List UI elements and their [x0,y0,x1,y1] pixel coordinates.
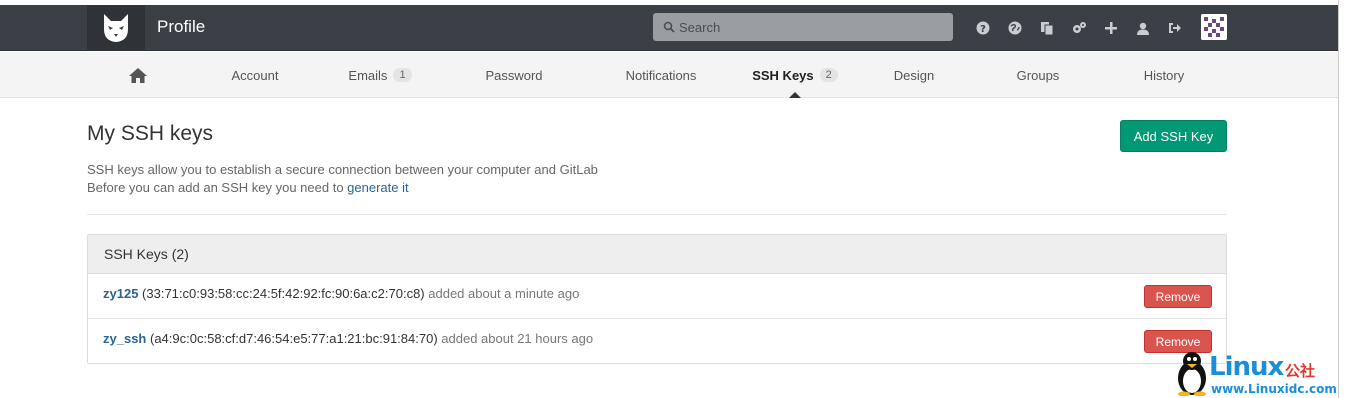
gitlab-logo[interactable] [87,5,145,51]
globe-icon[interactable] [999,15,1031,41]
ssh-key-name-link[interactable]: zy125 [103,286,138,301]
ssh-key-fingerprint: (33:71:c0:93:58:cc:24:5f:42:92:fc:90:6a:… [142,286,425,301]
tab-history[interactable]: History [1129,52,1199,98]
ssh-key-row: zy125 (33:71:c0:93:58:cc:24:5f:42:92:fc:… [88,274,1226,319]
ssh-key-name-link[interactable]: zy_ssh [103,331,146,346]
nav-icon-group: ? [967,15,1191,41]
help-icon[interactable]: ? [967,15,999,41]
description-line-1: SSH keys allow you to establish a secure… [87,162,598,177]
copy-icon[interactable] [1031,15,1063,41]
logout-icon[interactable] [1159,15,1191,41]
ssh-key-added-time: added about 21 hours ago [441,331,594,346]
ssh-keys-panel: SSH Keys (2) zy125 (33:71:c0:93:58:cc:24… [87,234,1227,364]
profile-subnav: Account Emails 1 Password Notifications … [0,52,1338,98]
penguin-icon [1178,352,1206,396]
cat-logo-icon [104,14,128,42]
tab-account[interactable]: Account [215,52,295,98]
tab-groups[interactable]: Groups [1003,52,1073,98]
tab-notifications[interactable]: Notifications [610,52,712,98]
search-input[interactable] [679,19,939,35]
panel-heading: SSH Keys (2) [88,235,1226,274]
description-line-2-text: Before you can add an SSH key you need t… [87,180,348,195]
home-icon [129,67,147,83]
page-description: SSH keys allow you to establish a secure… [87,161,598,197]
ssh-key-row: zy_ssh (a4:9c:0c:58:cf:d7:46:54:e5:77:a1… [88,319,1226,364]
linuxidc-watermark: Linux 公社 www.Linuxidc.com [1175,350,1338,398]
tab-password-label: Password [485,67,543,83]
tab-groups-label: Groups [1016,67,1060,83]
watermark-url: www.Linuxidc.com [1211,382,1337,396]
description-line-2: Before you can add an SSH key you need t… [87,179,598,197]
watermark-brand: Linux [1209,352,1284,382]
plus-icon[interactable] [1095,15,1127,41]
tab-ssh-keys-label: SSH Keys [752,67,814,83]
identicon-icon [1201,14,1227,40]
tab-home[interactable] [118,52,158,98]
tab-emails-label: Emails [348,67,388,83]
user-icon[interactable] [1127,15,1159,41]
top-navbar: Profile ? [0,5,1338,51]
user-avatar[interactable] [1201,14,1227,40]
cogs-icon[interactable] [1063,15,1095,41]
divider [87,214,1227,215]
generate-it-link[interactable]: generate it [347,180,408,195]
ssh-keys-count-badge: 2 [819,68,838,82]
ssh-key-info: zy125 (33:71:c0:93:58:cc:24:5f:42:92:fc:… [103,286,579,301]
tab-history-label: History [1143,67,1185,83]
remove-key-button[interactable]: Remove [1144,285,1212,308]
ssh-key-fingerprint: (a4:9c:0c:58:cf:d7:46:54:e5:77:a1:21:bc:… [150,331,438,346]
tab-emails[interactable]: Emails 1 [335,52,425,98]
ssh-key-added-time: added about a minute ago [428,286,580,301]
ssh-key-info: zy_ssh (a4:9c:0c:58:cf:d7:46:54:e5:77:a1… [103,331,593,346]
emails-count-badge: 1 [393,68,412,82]
tab-design[interactable]: Design [879,52,949,98]
add-ssh-key-button[interactable]: Add SSH Key [1120,120,1227,152]
tab-notifications-label: Notifications [625,67,697,83]
search-box[interactable] [653,13,953,41]
active-tab-caret [789,92,801,98]
search-icon [663,21,675,33]
tab-account-label: Account [231,67,279,83]
watermark-cn: 公社 [1285,363,1316,380]
page-title: My SSH keys [87,122,214,145]
tab-password[interactable]: Password [470,52,558,98]
tab-design-label: Design [893,67,935,83]
svg-text:?: ? [980,24,986,35]
app-title: Profile [157,17,206,36]
window-scrollbar[interactable] [1338,0,1351,398]
